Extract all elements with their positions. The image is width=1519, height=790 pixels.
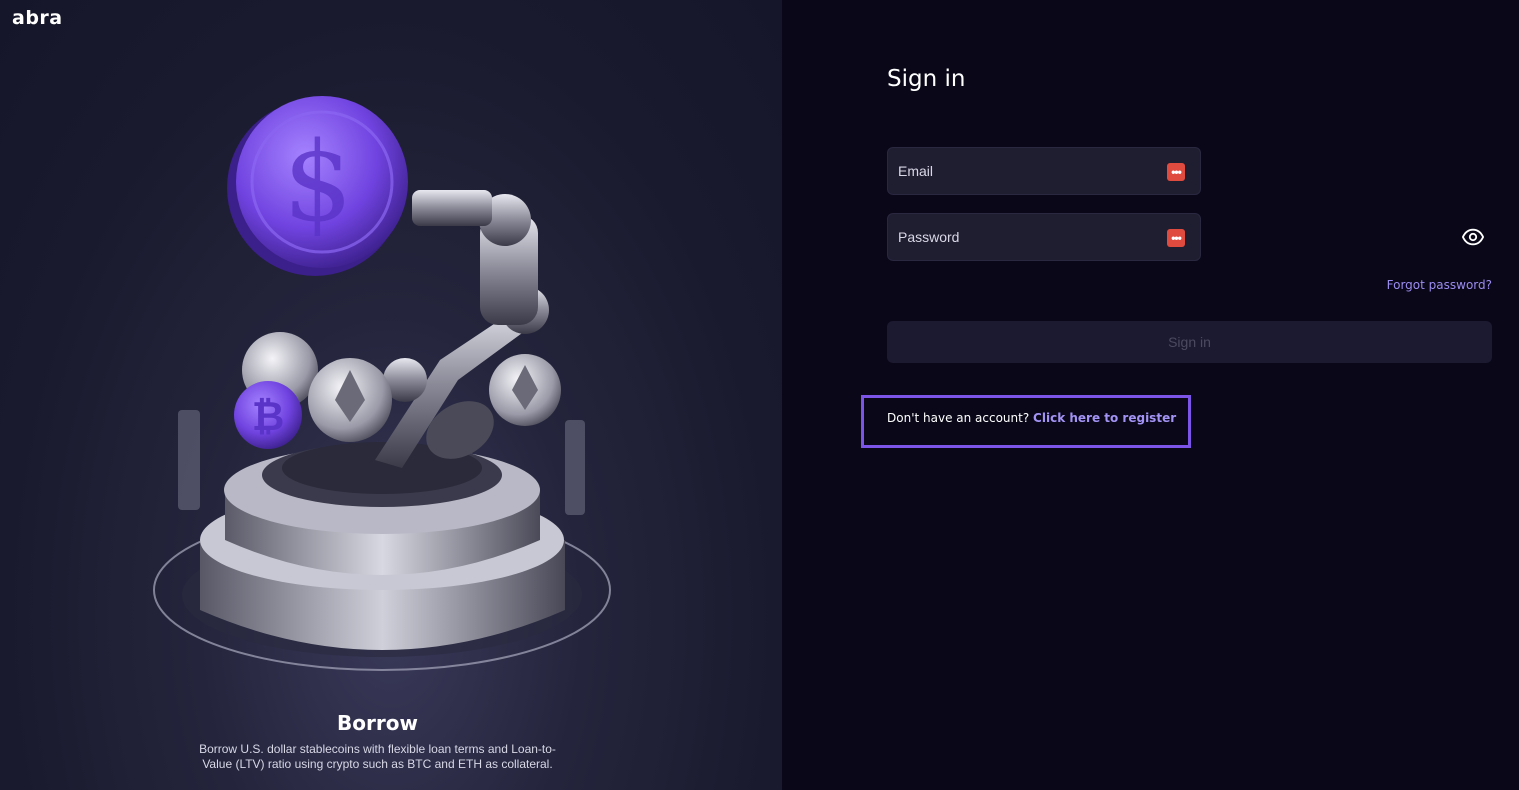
password-manager-icon[interactable]: •••	[1167, 163, 1185, 181]
hero-description: Borrow U.S. dollar stablecoins with flex…	[199, 742, 556, 771]
promo-panel: abra $ ₿ Borrow Borrow U.S. dollar stabl…	[0, 0, 782, 790]
signin-button[interactable]: Sign in	[887, 321, 1492, 363]
email-field-wrapper: •••	[887, 147, 1201, 195]
email-field[interactable]	[888, 148, 1200, 194]
signin-panel: Sign in ••• ••• Forgot password? Sign in…	[782, 0, 1519, 790]
password-manager-icon[interactable]: •••	[1167, 229, 1185, 247]
forgot-password-link[interactable]: Forgot password?	[1387, 278, 1492, 292]
register-link[interactable]: Click here to register	[1033, 411, 1176, 425]
signin-title: Sign in	[887, 66, 966, 92]
abra-logo[interactable]: abra	[12, 7, 63, 29]
hero-title: Borrow	[337, 711, 418, 735]
password-field-wrapper: •••	[887, 213, 1201, 261]
svg-text:$: $	[283, 118, 353, 246]
register-prompt-row: Don't have an account? Click here to reg…	[887, 411, 1176, 425]
signin-page: abra $ ₿ Borrow Borrow U.S. dollar stabl…	[0, 0, 1519, 790]
borrow-illustration: $ ₿	[153, 96, 611, 671]
eye-icon[interactable]	[1462, 226, 1484, 248]
register-prompt: Don't have an account?	[887, 411, 1030, 425]
svg-text:₿: ₿	[252, 394, 285, 440]
password-field[interactable]	[888, 214, 1200, 260]
